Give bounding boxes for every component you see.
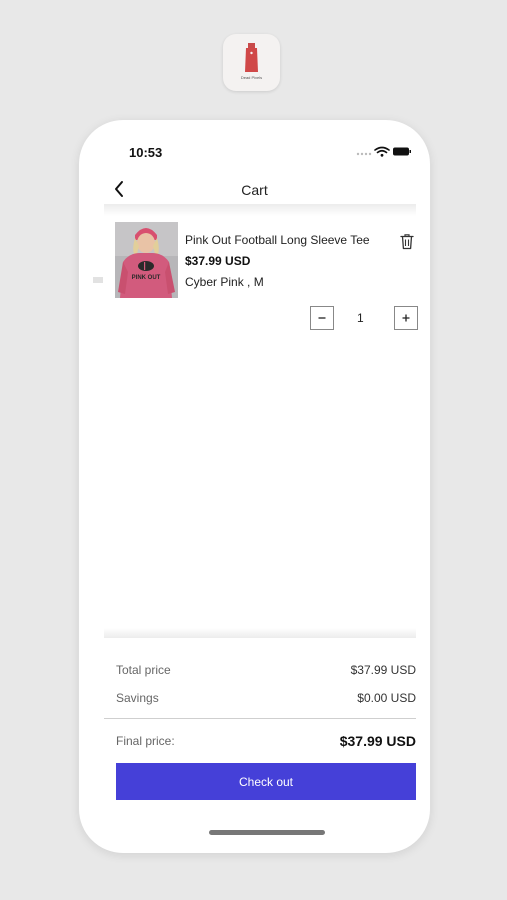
final-price-value: $37.99 USD (339, 733, 416, 749)
app-brand-text: Dead Pixels (240, 75, 263, 80)
cart-item: PINK OUT Pink Out Football Long Sleeve T… (115, 220, 425, 340)
app-icon: Dead Pixels (223, 34, 280, 91)
status-time: 10:53 (129, 145, 163, 160)
minus-icon (318, 317, 326, 319)
increase-quantity-button[interactable] (394, 306, 418, 330)
shirt-print-text: PINK OUT (132, 275, 161, 281)
final-price-row: Final price: $37.99 USD (116, 733, 416, 749)
total-price-row: Total price $37.99 USD (116, 663, 416, 677)
savings-row: Savings $0.00 USD (116, 691, 416, 705)
cellular-signal-icon (356, 152, 372, 156)
checkout-button[interactable]: Check out (116, 763, 416, 800)
plus-icon (402, 314, 410, 322)
battery-icon (393, 147, 411, 156)
product-variant: Cyber Pink , M (185, 275, 264, 289)
home-indicator (209, 830, 325, 835)
trash-icon[interactable] (400, 233, 414, 250)
phone-screen: 10:53 Cart PINK OUT Pink Out Football Lo… (79, 120, 430, 853)
quantity-value: 1 (357, 311, 364, 325)
swipe-handle (93, 277, 103, 283)
product-image: PINK OUT (115, 222, 178, 298)
page-title: Cart (241, 182, 268, 198)
product-name[interactable]: Pink Out Football Long Sleeve Tee (185, 233, 370, 247)
decrease-quantity-button[interactable] (310, 306, 334, 330)
savings-value: $0.00 USD (357, 691, 416, 705)
total-price-label: Total price (116, 663, 171, 677)
savings-label: Savings (116, 691, 159, 705)
status-icons (356, 146, 411, 157)
wifi-icon (374, 146, 390, 154)
list-bottom-shadow (104, 628, 416, 638)
product-price: $37.99 USD (185, 254, 251, 268)
total-price-value: $37.99 USD (350, 663, 416, 677)
tag-logo-icon (245, 43, 258, 72)
summary-divider (104, 718, 416, 719)
final-price-label: Final price: (116, 734, 175, 748)
list-top-shadow (104, 204, 416, 216)
